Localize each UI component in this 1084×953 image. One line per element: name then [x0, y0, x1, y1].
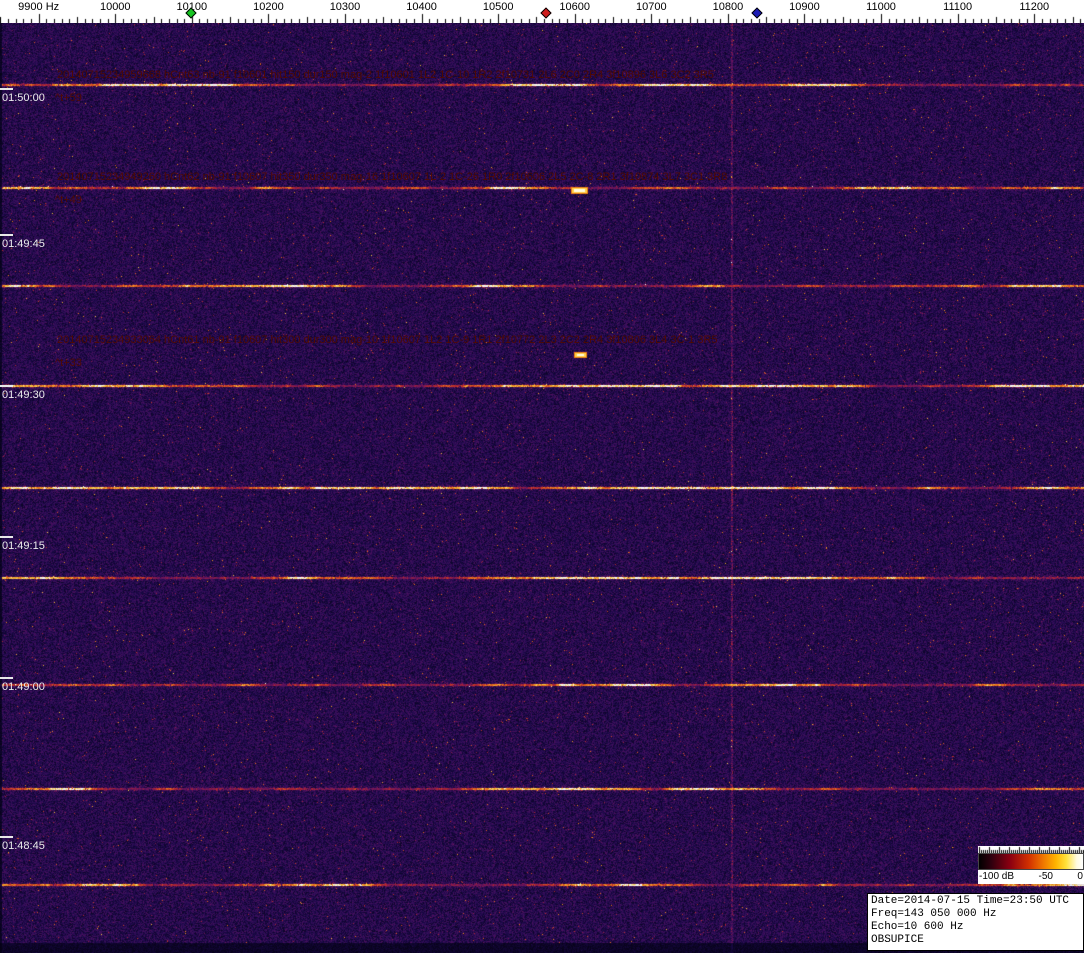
frequency-ruler[interactable]: 9900 Hz 10000 10100 10200 10300 10400 10500 106… [0, 0, 1084, 23]
color-scale-legend: -100 dB -50 0 [978, 846, 1084, 884]
freq-label: 11200 [1019, 1, 1049, 13]
freq-label: 10400 [406, 1, 437, 13]
freq-label: 10300 [330, 1, 361, 13]
legend-ticks-canvas [978, 846, 1084, 853]
freq-label: 10200 [253, 1, 284, 13]
legend-max-label: 0 [1077, 871, 1083, 882]
info-freq-line: Freq=143 050 000 Hz [871, 908, 1080, 921]
color-gradient-bar [978, 853, 1084, 870]
info-echo-line: Echo=10 600 Hz [871, 921, 1080, 934]
freq-label: 10500 [483, 1, 514, 13]
legend-mid-label: -50 [1039, 871, 1053, 882]
info-station-line: OBSUPICE [871, 934, 1080, 947]
legend-min-label: -100 dB [979, 871, 1014, 882]
spectrum-lab-waterfall-window: 9900 Hz 10000 10100 10200 10300 10400 10500 106… [0, 0, 1084, 953]
freq-label: 11000 [866, 1, 896, 13]
freq-label: 10000 [100, 1, 131, 13]
freq-label: 10900 [789, 1, 820, 13]
freq-label: 10700 [636, 1, 667, 13]
observation-info-box: Date=2014-07-15 Time=23:50 UTC Freq=143 … [867, 893, 1084, 951]
spectrogram-waterfall-canvas[interactable] [0, 23, 1084, 953]
freq-label: 10800 [713, 1, 744, 13]
freq-label: 11100 [943, 1, 972, 13]
info-date-line: Date=2014-07-15 Time=23:50 UTC [871, 895, 1080, 908]
legend-labels: -100 dB -50 0 [978, 870, 1084, 884]
freq-label: 9900 Hz [18, 1, 59, 13]
freq-label: 10600 [559, 1, 590, 13]
